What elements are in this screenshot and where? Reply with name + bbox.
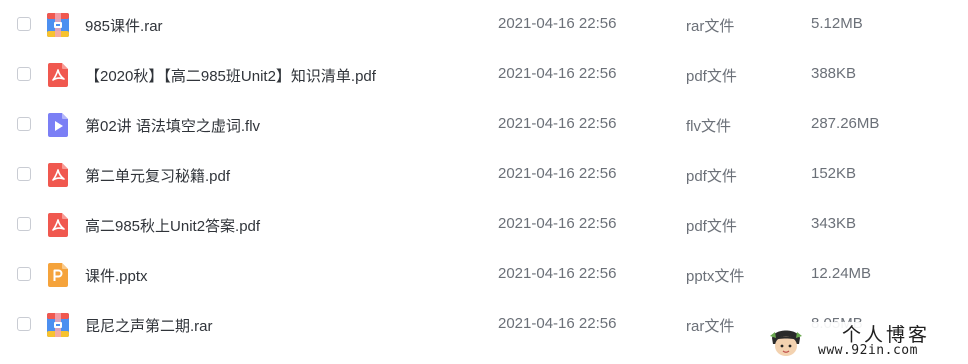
file-type: rar文件: [686, 318, 735, 335]
archive-icon: [47, 313, 69, 337]
file-name[interactable]: 第02讲 语法填空之虚词.flv: [85, 115, 260, 136]
file-type: rar文件: [686, 18, 735, 35]
file-size: 12.24MB: [811, 265, 872, 282]
file-row[interactable]: 第02讲 语法填空之虚词.flv 2021-04-16 22:56 flv文件 …: [0, 100, 968, 150]
file-type: flv文件: [686, 118, 732, 135]
file-name[interactable]: 985课件.rar: [85, 15, 163, 36]
watermark-url: www.92in.com: [818, 343, 918, 358]
archive-icon: [47, 13, 69, 37]
row-checkbox[interactable]: [17, 167, 31, 181]
file-row[interactable]: 高二985秋上Unit2答案.pdf 2021-04-16 22:56 pdf文…: [0, 200, 968, 250]
row-checkbox[interactable]: [17, 117, 31, 131]
file-name[interactable]: 高二985秋上Unit2答案.pdf: [85, 215, 260, 236]
file-date: 2021-04-16 22:56: [498, 65, 617, 82]
file-name[interactable]: 【2020秋】【高二985班Unit2】知识清单.pdf: [85, 65, 376, 86]
pdf-icon: [48, 163, 68, 187]
row-checkbox[interactable]: [17, 267, 31, 281]
file-type: pdf文件: [686, 218, 737, 235]
row-checkbox[interactable]: [17, 67, 31, 81]
row-checkbox[interactable]: [17, 17, 31, 31]
file-date: 2021-04-16 22:56: [498, 215, 617, 232]
file-date: 2021-04-16 22:56: [498, 265, 617, 282]
file-name[interactable]: 昆尼之声第二期.rar: [85, 315, 213, 336]
file-size: 388KB: [811, 65, 857, 82]
file-size: 152KB: [811, 165, 857, 182]
row-checkbox[interactable]: [17, 317, 31, 331]
pdf-icon: [48, 213, 68, 237]
file-date: 2021-04-16 22:56: [498, 165, 617, 182]
file-list: 985课件.rar 2021-04-16 22:56 rar文件 5.12MB …: [0, 0, 968, 364]
file-size: 287.26MB: [811, 115, 880, 132]
file-date: 2021-04-16 22:56: [498, 15, 617, 32]
file-date: 2021-04-16 22:56: [498, 315, 617, 332]
file-size: 5.12MB: [811, 15, 863, 32]
file-name[interactable]: 课件.pptx: [85, 265, 148, 286]
file-name[interactable]: 第二单元复习秘籍.pdf: [85, 165, 230, 186]
file-row[interactable]: 【2020秋】【高二985班Unit2】知识清单.pdf 2021-04-16 …: [0, 50, 968, 100]
powerpoint-icon: [48, 263, 68, 287]
file-row[interactable]: 第二单元复习秘籍.pdf 2021-04-16 22:56 pdf文件 152K…: [0, 150, 968, 200]
blog-watermark: 个人博客 www.92in.com: [760, 322, 966, 362]
row-checkbox[interactable]: [17, 217, 31, 231]
file-row[interactable]: 985课件.rar 2021-04-16 22:56 rar文件 5.12MB: [0, 0, 968, 50]
file-type: pdf文件: [686, 68, 737, 85]
video-icon: [48, 113, 68, 137]
file-size: 343KB: [811, 215, 857, 232]
file-row[interactable]: 课件.pptx 2021-04-16 22:56 pptx文件 12.24MB: [0, 250, 968, 300]
pdf-icon: [48, 63, 68, 87]
file-date: 2021-04-16 22:56: [498, 115, 617, 132]
cartoon-avatar-icon: [770, 330, 802, 356]
file-type: pdf文件: [686, 168, 737, 185]
file-type: pptx文件: [686, 268, 745, 285]
